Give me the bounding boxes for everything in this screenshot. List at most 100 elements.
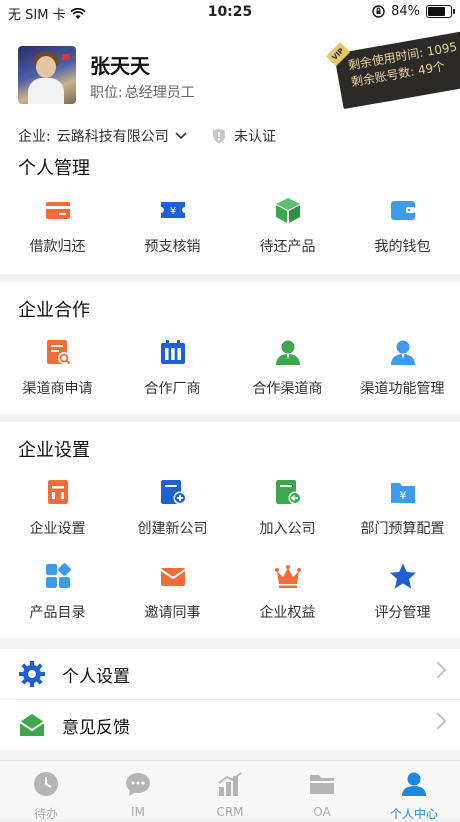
vip-card[interactable]: VIP 剩余使用时间: 1095 剩余账号数: 49个: [326, 31, 460, 110]
svg-text:¥: ¥: [399, 489, 406, 502]
grid-label: 部门预算配置: [360, 521, 445, 537]
grid-label: 渠道功能管理: [360, 381, 445, 397]
battery-fill: [428, 7, 445, 16]
personal-settings-row[interactable]: 个人设置: [0, 649, 460, 699]
gear-icon: [19, 661, 45, 687]
grid-label: 渠道商申请: [22, 381, 93, 397]
partner-vendor-icon: [160, 340, 185, 364]
advance-writeoff-icon: ¥: [160, 202, 185, 218]
grid-label: 加入公司: [259, 521, 316, 537]
avatar-badge: [62, 54, 70, 60]
position-value: 总经理员工: [124, 85, 195, 101]
channel-function-icon: [390, 340, 415, 365]
clock-icon: [34, 772, 58, 796]
personal-grid: 借款归还 ¥ 预支核销 待还产品 我的钱包: [0, 196, 460, 256]
grid-label: 创建新公司: [137, 521, 208, 537]
invite-colleague-icon: [159, 568, 186, 586]
channel-apply-icon: [46, 340, 70, 365]
avatar-head: [36, 56, 56, 78]
settings-grid-row2: 产品目录 邀请同事 企业权益 评分管理: [0, 562, 460, 622]
chevron-down-icon: [175, 132, 187, 140]
section-title-settings: 企业设置: [18, 440, 90, 461]
product-catalog-icon: [45, 563, 71, 588]
user-icon: [402, 772, 426, 796]
grid-item-partner-vendor[interactable]: 合作厂商: [115, 338, 230, 398]
star-icon: [389, 563, 416, 589]
avatar[interactable]: [18, 46, 76, 104]
grid-item-product-catalog[interactable]: 产品目录: [0, 562, 115, 622]
svg-text:¥: ¥: [169, 206, 175, 217]
budget-config-icon: ¥: [390, 483, 415, 503]
feedback-label: 意见反馈: [62, 717, 130, 738]
grid-label: 预支核销: [144, 239, 201, 255]
grid-item-wallet[interactable]: 我的钱包: [345, 196, 460, 256]
partner-channel-icon: [275, 340, 300, 365]
grid-item-join-company[interactable]: 加入公司: [230, 478, 345, 538]
grid-label: 邀请同事: [144, 605, 201, 621]
tab-label: 待办: [33, 807, 58, 821]
position-label: 职位:: [90, 85, 123, 101]
section-title-personal: 个人管理: [18, 158, 90, 179]
tab-profile[interactable]: 个人中心: [368, 761, 460, 821]
grid-item-invite-colleague[interactable]: 邀请同事: [115, 562, 230, 622]
grid-label: 评分管理: [374, 605, 431, 621]
tab-oa[interactable]: OA: [276, 761, 368, 819]
mail-open-icon: [19, 714, 45, 736]
avatar-body: [28, 78, 64, 104]
settings-card: 企业设置 企业设置 创建新公司 加入公司 ¥ 部门预算配置 产品目录 邀请同事: [0, 422, 460, 638]
feedback-row[interactable]: 意见反馈: [0, 700, 460, 750]
grid-item-advance-writeoff[interactable]: ¥ 预支核销: [115, 196, 230, 256]
status-right: 84%: [372, 4, 455, 19]
grid-item-channel-function[interactable]: 渠道功能管理: [345, 338, 460, 398]
status-bar: 无 SIM 卡 10:25 84%: [0, 0, 460, 26]
crown-icon: [274, 565, 301, 588]
orientation-lock-icon: [372, 5, 385, 18]
chat-icon: [126, 773, 150, 796]
verify-status[interactable]: 未认证: [212, 126, 276, 146]
grid-label: 企业设置: [29, 521, 86, 537]
grid-item-channel-apply[interactable]: 渠道商申请: [0, 338, 115, 398]
grid-item-rating-management[interactable]: 评分管理: [345, 562, 460, 622]
chevron-right-icon: [429, 661, 447, 679]
cooperation-grid: 渠道商申请 合作厂商 合作渠道商 渠道功能管理: [0, 338, 460, 398]
wallet-icon: [390, 201, 415, 220]
company-label: 企业:: [18, 129, 51, 145]
grid-item-create-company[interactable]: 创建新公司: [115, 478, 230, 538]
grid-label: 产品目录: [29, 605, 86, 621]
bar-chart-icon: [218, 772, 242, 796]
join-company-icon: [275, 480, 301, 505]
cooperation-card: 企业合作 渠道商申请 合作厂商 合作渠道商 渠道功能管理: [0, 282, 460, 414]
tab-todo[interactable]: 待办: [0, 761, 92, 821]
chevron-right-icon: [429, 712, 447, 730]
verify-text: 未认证: [234, 129, 276, 145]
grid-item-company-rights[interactable]: 企业权益: [230, 562, 345, 622]
section-title-cooperation: 企业合作: [18, 300, 90, 321]
tab-label: OA: [313, 805, 331, 819]
grid-item-pending-product[interactable]: 待还产品: [230, 196, 345, 256]
tab-bar: 待办 IM CRM OA 个人中心: [0, 760, 460, 821]
personal-settings-label: 个人设置: [62, 666, 130, 687]
grid-label: 我的钱包: [374, 239, 431, 255]
pending-product-icon: [275, 198, 300, 223]
tab-crm[interactable]: CRM: [184, 761, 276, 819]
battery-text: 84%: [391, 4, 420, 19]
grid-item-budget-config[interactable]: ¥ 部门预算配置: [345, 478, 460, 538]
grid-item-partner-channel[interactable]: 合作渠道商: [230, 338, 345, 398]
settings-grid-row1: 企业设置 创建新公司 加入公司 ¥ 部门预算配置: [0, 478, 460, 538]
grid-item-company-settings[interactable]: 企业设置: [0, 478, 115, 538]
grid-label: 企业权益: [259, 605, 316, 621]
folder-icon: [310, 775, 334, 794]
company-name: 云路科技有限公司: [56, 129, 169, 145]
battery-icon: [426, 5, 455, 18]
grid-label: 待还产品: [259, 239, 316, 255]
tab-im[interactable]: IM: [92, 761, 184, 819]
tab-label: IM: [131, 805, 145, 819]
loan-return-icon: [45, 202, 70, 219]
grid-item-loan-return[interactable]: 借款归还: [0, 196, 115, 256]
grid-label: 借款归还: [29, 239, 86, 255]
profile-card: 张天天 职位: 总经理员工 VIP 剩余使用时间: 1095 剩余账号数: 49个…: [0, 26, 460, 274]
tab-label: 个人中心: [389, 807, 438, 821]
vip-tag: VIP: [326, 42, 351, 67]
company-selector[interactable]: 企业: 云路科技有限公司: [18, 126, 187, 146]
grid-label: 合作厂商: [144, 381, 201, 397]
